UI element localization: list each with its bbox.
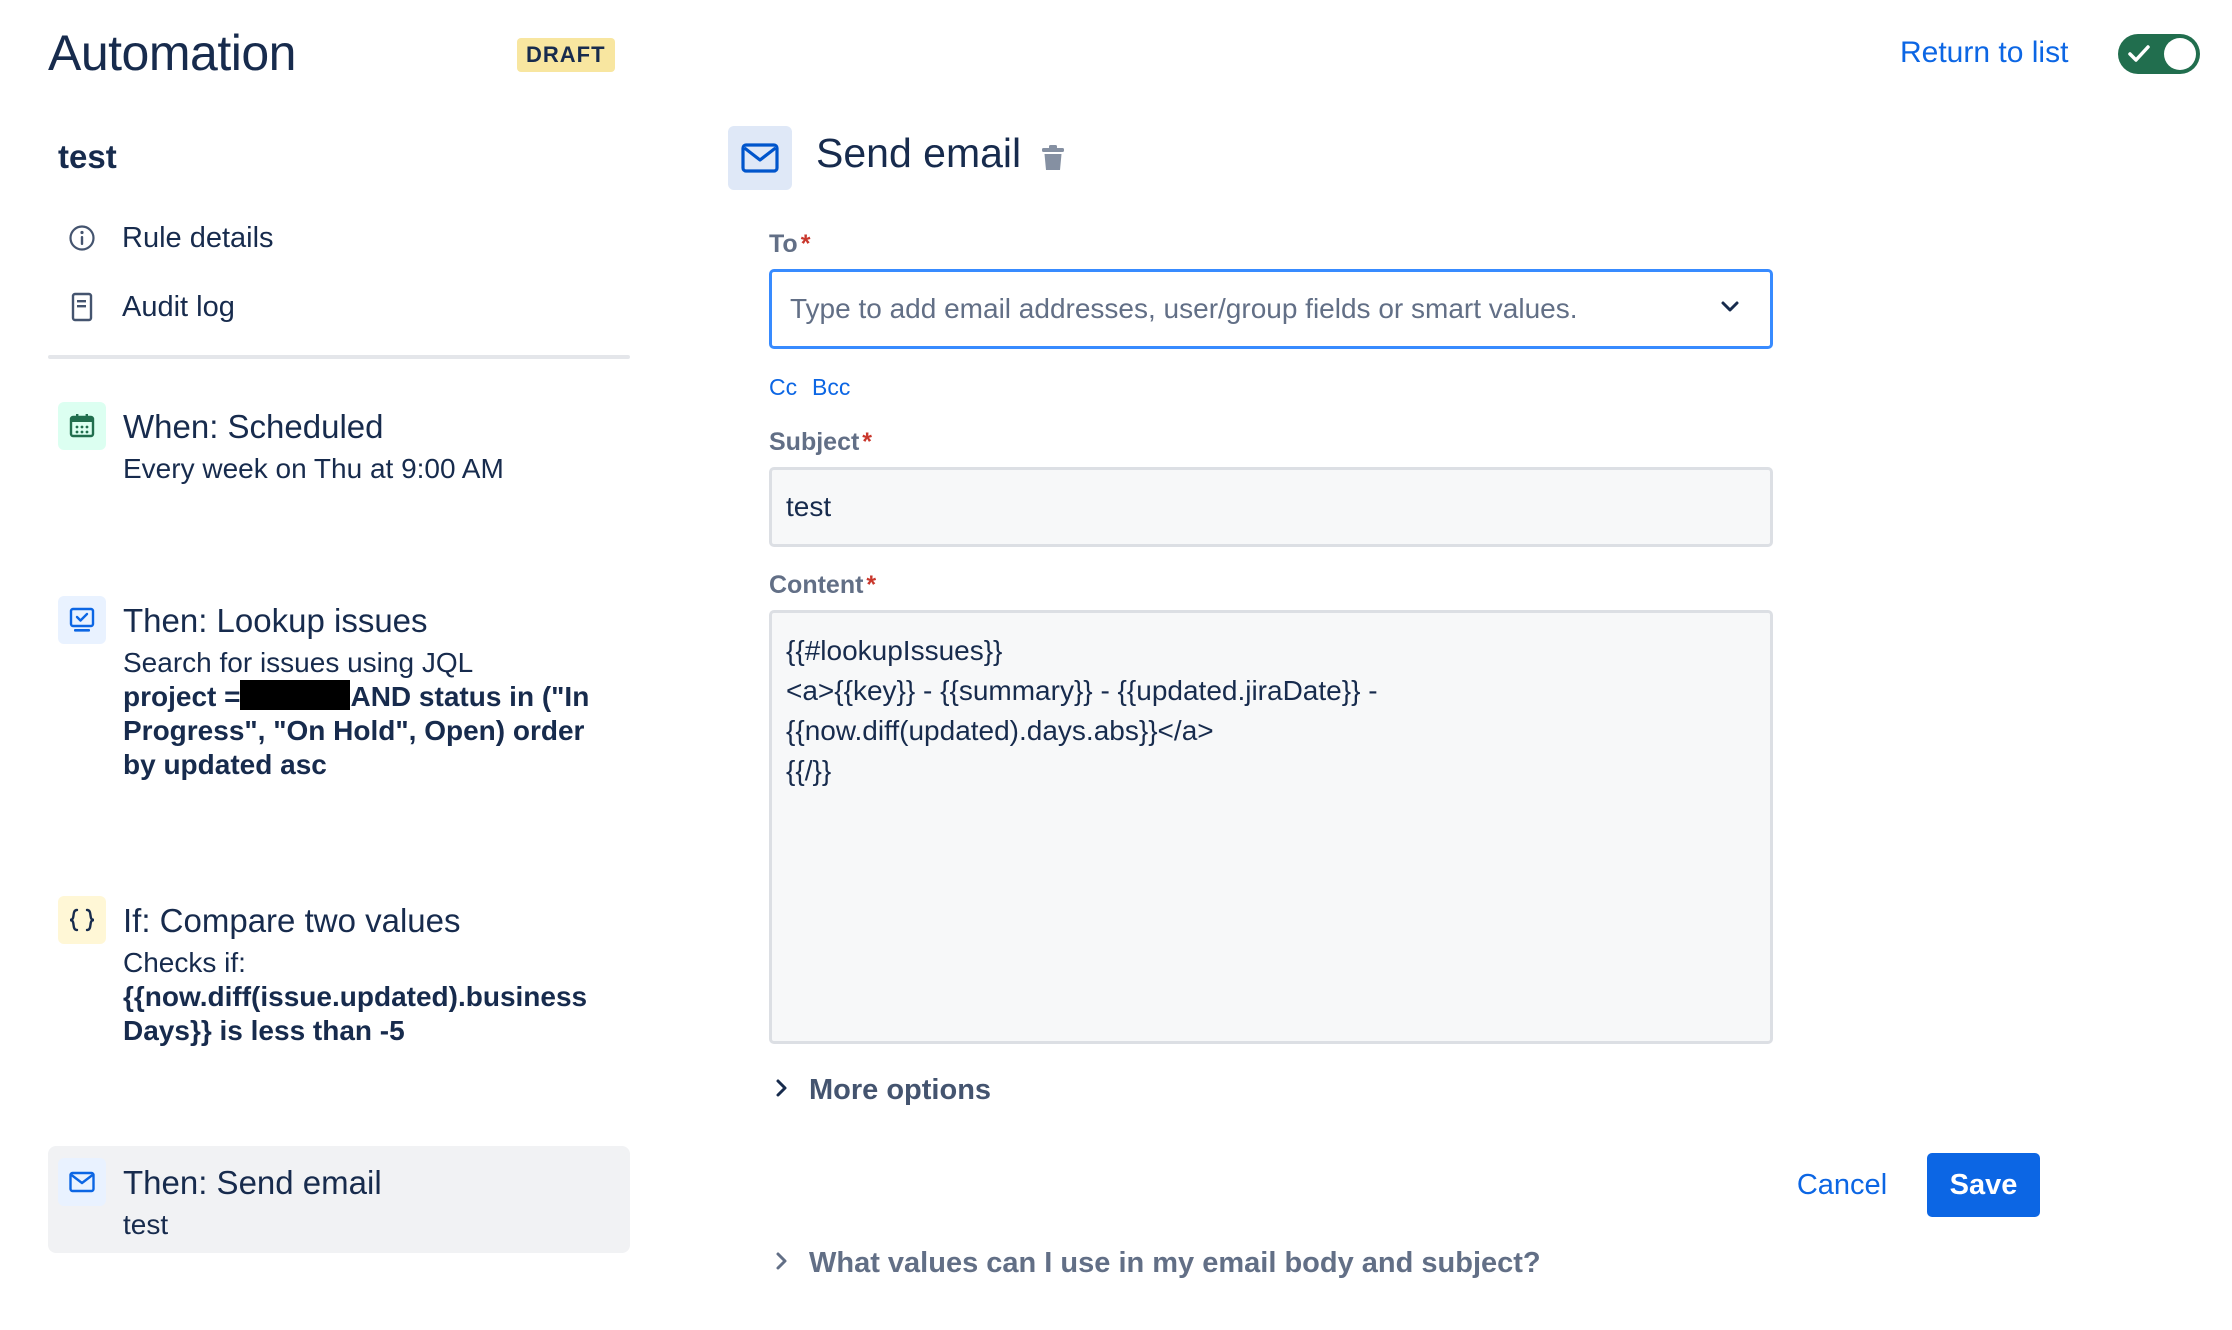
chevron-down-icon[interactable]	[1720, 300, 1740, 319]
rule-enabled-toggle[interactable]	[2118, 34, 2200, 74]
lookup-icon	[58, 596, 106, 644]
more-options-toggle[interactable]: More options	[775, 1074, 991, 1107]
email-values-help-label: What values can I use in my email body a…	[809, 1247, 1541, 1279]
draft-status-badge: DRAFT	[517, 38, 615, 72]
step-description-line: Checks if:	[123, 947, 246, 978]
to-placeholder: Type to add email addresses, user/group …	[790, 293, 1578, 324]
step-title: Then: Lookup issues	[123, 602, 428, 639]
check-icon	[2128, 45, 2150, 62]
info-icon	[66, 222, 98, 254]
document-icon	[66, 291, 98, 323]
rule-details-label: Rule details	[122, 221, 274, 254]
braces-icon	[58, 896, 106, 944]
jql-prefix: project =	[123, 681, 241, 712]
content-textarea[interactable]: {{#lookupIssues}} <a>{{key}} - {{summary…	[769, 610, 1773, 1044]
to-label: To *	[769, 230, 811, 258]
condition-expression: {{now.diff(issue.updated).business Days}…	[123, 981, 588, 1046]
step-title: Then: Send email	[123, 1164, 382, 1201]
chevron-right-icon	[775, 1251, 789, 1276]
step-title: When: Scheduled	[123, 408, 384, 445]
mail-icon	[58, 1158, 106, 1206]
rule-details-nav-item[interactable]: Rule details	[66, 216, 274, 260]
trash-icon[interactable]	[1040, 144, 1066, 177]
mail-icon	[728, 126, 792, 190]
redacted-block	[240, 680, 351, 710]
sidebar-divider	[48, 355, 630, 359]
step-lookup-issues[interactable]: Then: Lookup issues Search for issues us…	[48, 590, 630, 790]
content-label: Content *	[769, 571, 877, 599]
save-button[interactable]: Save	[1927, 1153, 2040, 1217]
cancel-button[interactable]: Cancel	[1780, 1153, 1904, 1217]
audit-log-nav-item[interactable]: Audit log	[66, 285, 235, 329]
email-values-help-toggle[interactable]: What values can I use in my email body a…	[775, 1247, 1541, 1280]
subject-input[interactable]: test	[769, 467, 1773, 547]
chevron-right-icon	[775, 1078, 789, 1103]
step-description-line: Search for issues using JQL	[123, 647, 474, 678]
step-title: If: Compare two values	[123, 902, 461, 939]
calendar-icon	[58, 402, 106, 450]
to-recipients-select[interactable]: Type to add email addresses, user/group …	[769, 269, 1773, 349]
step-send-email[interactable]: Then: Send email test	[48, 1146, 630, 1253]
step-when-scheduled[interactable]: When: Scheduled Every week on Thu at 9:0…	[48, 396, 630, 516]
step-compare-values[interactable]: If: Compare two values Checks if: {{now.…	[48, 890, 630, 1070]
toggle-knob	[2164, 38, 2196, 70]
step-description: Every week on Thu at 9:00 AM	[123, 453, 504, 484]
more-options-label: More options	[809, 1074, 992, 1106]
audit-log-label: Audit log	[122, 290, 235, 323]
cc-link[interactable]: Cc	[769, 374, 797, 401]
bcc-link[interactable]: Bcc	[812, 374, 850, 401]
return-to-list-link[interactable]: Return to list	[1900, 36, 2068, 70]
step-description: Checks if: {{now.diff(issue.updated).bus…	[123, 946, 623, 1048]
app-title: Automation	[48, 25, 296, 81]
subject-label: Subject *	[769, 428, 873, 456]
step-description: Search for issues using JQL project = AND…	[123, 646, 623, 782]
step-description: test	[123, 1209, 169, 1240]
rule-name: test	[58, 138, 117, 175]
panel-title: Send email	[816, 130, 1022, 176]
